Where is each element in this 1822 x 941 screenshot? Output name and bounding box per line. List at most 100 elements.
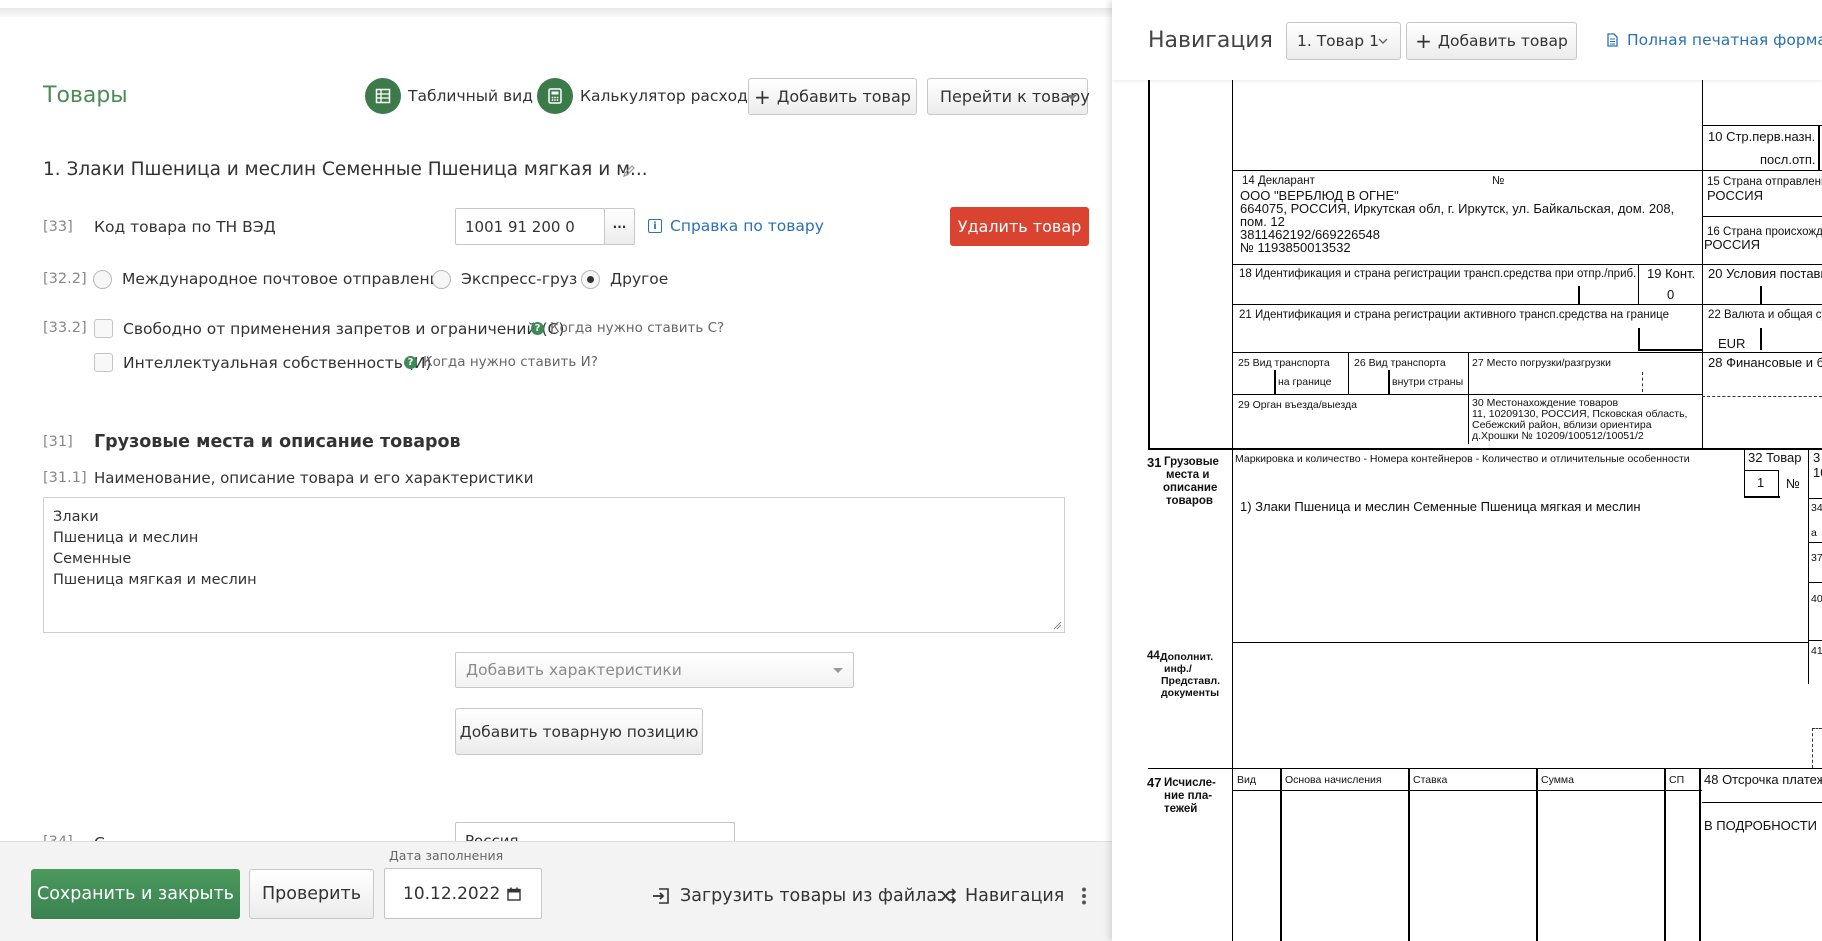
- checkbox-free-restrictions[interactable]: [94, 319, 113, 338]
- add-characteristics-select[interactable]: Добавить характеристики: [455, 652, 854, 688]
- form-box-32: 32 Товар: [1748, 450, 1802, 465]
- calendar-icon[interactable]: [507, 887, 521, 901]
- form-line: [1638, 328, 1640, 350]
- form-line: [1778, 470, 1779, 498]
- radio-express[interactable]: [432, 270, 451, 289]
- form-line: [1808, 542, 1809, 582]
- save-and-close-button[interactable]: Сохранить и закрыть: [31, 869, 240, 919]
- form-box-47-number: 47: [1147, 775, 1162, 790]
- form-box-15-value: РОССИЯ: [1707, 188, 1764, 203]
- form-box-10-b: посл.отп.: [1760, 152, 1816, 167]
- form-box-47-col: Вид: [1237, 774, 1256, 786]
- resize-handle-icon[interactable]: [1052, 620, 1062, 630]
- footer-navigation-button[interactable]: Навигация: [937, 886, 1064, 906]
- form-box-32-no: №: [1786, 476, 1800, 491]
- form-line: [1388, 370, 1390, 394]
- app-window: Товары Табличный вид Калькулятор расходо…: [0, 0, 1822, 941]
- form-box-47-col: СП: [1669, 774, 1685, 786]
- form-line: [1148, 448, 1822, 450]
- form-line: [1744, 448, 1745, 498]
- cost-calculator-button[interactable]: Калькулятор расходов: [537, 78, 766, 114]
- import-icon: [653, 888, 669, 904]
- table-view-button[interactable]: Табличный вид: [365, 78, 533, 114]
- intellectual-property-help-label: Когда нужно ставить И?: [423, 354, 598, 370]
- form-box-27: 27 Место погрузки/разгрузки: [1472, 357, 1611, 369]
- description-line: Злаки: [53, 509, 99, 525]
- form-box-32-value: 1: [1757, 475, 1765, 490]
- field-number-33-2: [33.2]: [43, 320, 87, 336]
- table-view-label: Табличный вид: [408, 87, 533, 105]
- form-box-25-b: на границе: [1278, 376, 1332, 388]
- form-box-31-text: 1) Злаки Пшеница и меслин Семенные Пшени…: [1240, 499, 1641, 514]
- form-line: [1638, 349, 1702, 351]
- form-box-31-caption: описание: [1163, 482, 1218, 494]
- add-item-button[interactable]: + Добавить товар: [748, 78, 917, 115]
- form-line: [1232, 790, 1702, 791]
- form-line: [1232, 170, 1822, 171]
- form-box-47-col: Ставка: [1413, 774, 1448, 786]
- tnved-more-button[interactable]: ···: [604, 208, 635, 245]
- footer-navigation-label: Навигация: [965, 886, 1065, 906]
- form-line: [1232, 80, 1233, 941]
- free-restrictions-label: Свободно от применения запретов и ограни…: [123, 320, 565, 338]
- form-line: [1148, 80, 1150, 450]
- upload-goods-button[interactable]: Загрузить товары из файла: [652, 886, 937, 906]
- tnved-code-input[interactable]: 1001 91 200 0: [455, 208, 605, 245]
- form-line: [1232, 642, 1808, 643]
- form-box-18: 18 Идентификация и страна регистрации тр…: [1239, 268, 1637, 280]
- form-line: [1702, 216, 1822, 217]
- product-title: 1. Злаки Пшеница и меслин Семенные Пшени…: [43, 159, 648, 180]
- form-line: [1348, 352, 1349, 394]
- intellectual-property-help[interactable]: ? Когда нужно ставить И?: [404, 354, 598, 370]
- date-caption: Дата заполнения: [389, 848, 504, 863]
- nav-add-item-label: Добавить товар: [1437, 32, 1568, 50]
- nav-add-item-button[interactable]: + Добавить товар: [1406, 22, 1577, 60]
- full-print-form-link[interactable]: Полная печатная форма: [1607, 31, 1822, 49]
- navigation-panel: 10 Стр.перв.назн. посл.отп. 14 Декларант…: [1112, 0, 1822, 941]
- form-box-29: 29 Орган въезда/выезда: [1238, 399, 1357, 411]
- form-line: [1760, 328, 1762, 350]
- form-box-22: 22 Валюта и общая сумма: [1708, 309, 1822, 321]
- form-line: [1664, 768, 1666, 941]
- description-line: Пшеница и меслин: [53, 530, 199, 546]
- add-position-button[interactable]: Добавить товарную позицию: [455, 708, 703, 755]
- checkbox-intellectual-property[interactable]: [94, 353, 113, 372]
- form-box-31-header: Маркировка и количество - Номера контейн…: [1235, 453, 1690, 465]
- form-line: [1148, 768, 1822, 769]
- check-button[interactable]: Проверить: [249, 869, 374, 919]
- edit-pencil-icon[interactable]: [621, 163, 637, 179]
- form-line: [1808, 498, 1809, 542]
- form-line: [1699, 768, 1701, 941]
- form-box-47-caption: Исчисле-: [1164, 777, 1216, 789]
- date-input[interactable]: 10.12.2022: [384, 868, 542, 919]
- cargo-section-heading: Грузовые места и описание товаров: [94, 432, 461, 452]
- description-textarea[interactable]: Злаки Пшеница и меслин Семенные Пшеница …: [43, 497, 1065, 633]
- form-box-25-a: 25 Вид транспорта: [1238, 357, 1330, 369]
- chevron-down-icon: [833, 668, 843, 673]
- more-vertical-icon[interactable]: [1081, 887, 1087, 905]
- product-help-link[interactable]: i Справка по товару: [648, 217, 824, 235]
- top-divider: [0, 8, 1112, 17]
- calculator-icon: [537, 78, 573, 114]
- form-box-14-no: №: [1492, 175, 1505, 187]
- table-icon: [365, 78, 401, 114]
- add-item-label: Добавить товар: [776, 87, 911, 106]
- form-box-10: 10 Стр.перв.назн.: [1708, 129, 1816, 144]
- delete-item-button[interactable]: Удалить товар: [950, 207, 1089, 246]
- form-box-14-line: № 1193850013532: [1240, 240, 1351, 255]
- form-line: [1808, 542, 1822, 543]
- goto-item-dropdown[interactable]: Перейти к товару: [927, 78, 1090, 115]
- free-restrictions-help[interactable]: ? Когда нужно ставить С?: [531, 320, 724, 336]
- chevron-down-icon: [1067, 94, 1077, 100]
- form-line: [1744, 470, 1778, 471]
- item-select-dropdown[interactable]: 1. Товар 1: [1286, 22, 1401, 60]
- radio-other[interactable]: [581, 270, 600, 289]
- form-box-44-caption: документы: [1161, 687, 1220, 699]
- radio-international-post[interactable]: [93, 270, 112, 289]
- form-box-47-caption: ние пла-: [1164, 790, 1213, 802]
- form-dash: [1812, 728, 1822, 729]
- upload-goods-label: Загрузить товары из файла: [680, 886, 937, 906]
- form-line: [1408, 768, 1410, 941]
- navigation-title: Навигация: [1148, 28, 1273, 53]
- form-line: [1702, 802, 1822, 803]
